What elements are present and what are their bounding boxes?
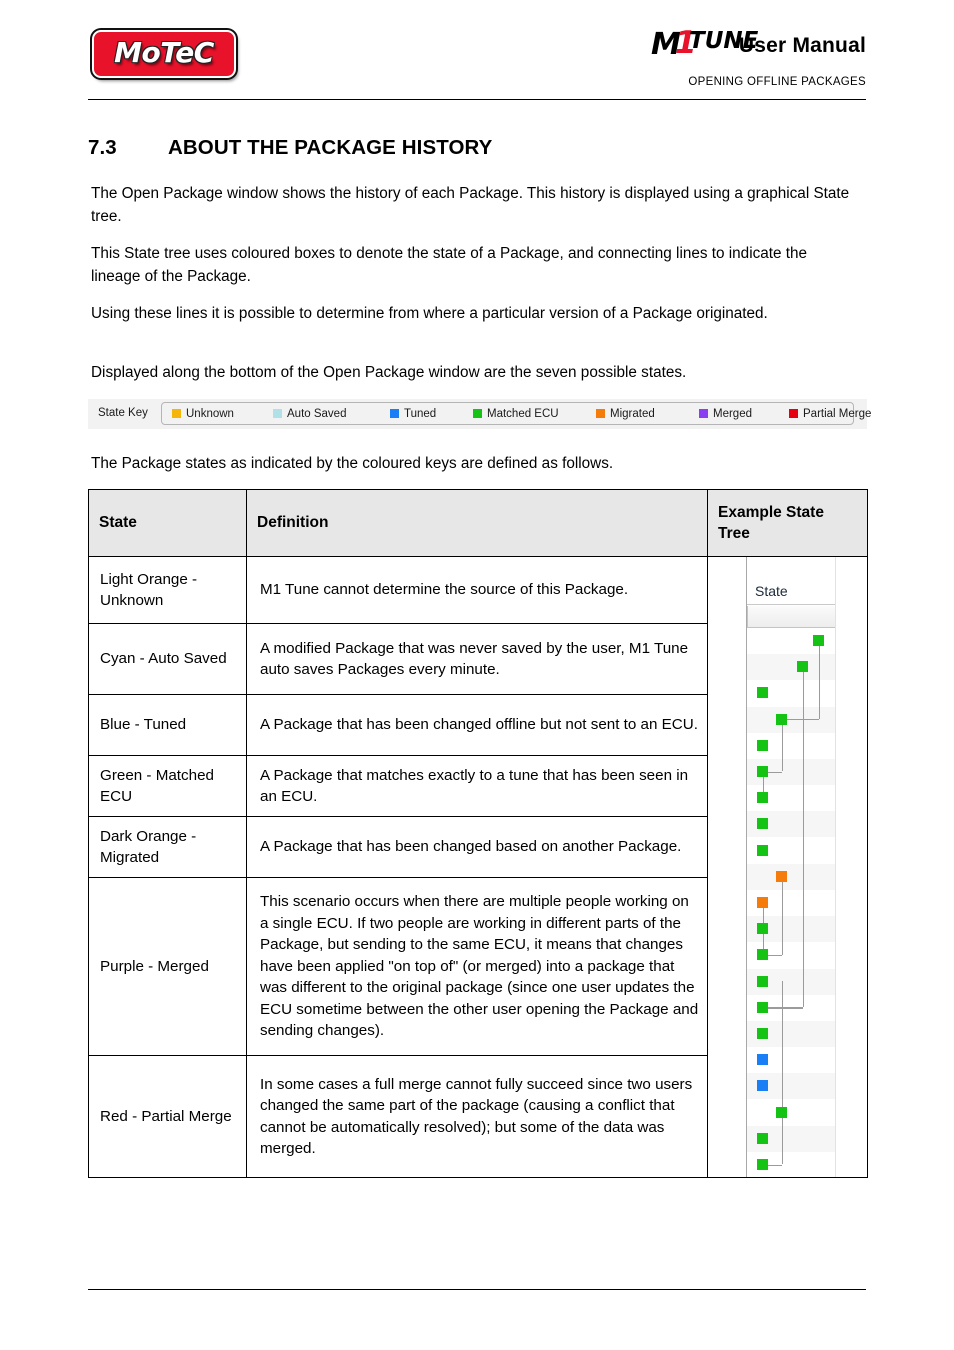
cell-state-definition: A Package that has been changed based on… bbox=[246, 816, 708, 878]
cell-state-definition: In some cases a full merge cannot fully … bbox=[246, 1055, 708, 1178]
document-page: MoTeC M 1 TUNE User Manual OPENING OFFLI… bbox=[0, 0, 954, 1350]
manual-title: User Manual bbox=[738, 34, 866, 57]
footer-divider bbox=[88, 1289, 866, 1290]
section-title: ABOUT THE PACKAGE HISTORY bbox=[168, 136, 493, 159]
cell-state-name: Green - Matched ECU bbox=[88, 755, 247, 817]
state-key-item-unknown: Unknown bbox=[172, 406, 234, 422]
paragraph-seven-states: Displayed along the bottom of the Open P… bbox=[91, 364, 687, 381]
state-key-swatch-icon bbox=[390, 409, 399, 418]
state-key-item-auto-saved: Auto Saved bbox=[273, 406, 346, 422]
state-tree-node[interactable] bbox=[776, 870, 787, 882]
state-tree-edge-vertical bbox=[802, 666, 804, 1008]
paragraph-lineage: Using these lines it is possible to dete… bbox=[91, 305, 768, 322]
state-tree-edge-vertical bbox=[781, 1112, 783, 1165]
state-key-item-matched-ecu: Matched ECU bbox=[473, 406, 559, 422]
cell-example-state-tree: State bbox=[707, 556, 868, 1178]
state-tree-node[interactable] bbox=[757, 1001, 768, 1013]
state-key-swatch-icon bbox=[789, 409, 798, 418]
state-tree-node[interactable] bbox=[757, 1028, 768, 1039]
state-tree-edge-vertical bbox=[781, 719, 783, 772]
header-divider bbox=[88, 99, 866, 100]
cell-state-definition: This scenario occurs when there are mult… bbox=[246, 877, 708, 1056]
state-key-bar: State Key Unknown Auto Saved Tuned Matched … bbox=[88, 399, 871, 429]
state-key-item-migrated: Migrated bbox=[596, 406, 655, 422]
state-key-legend: Unknown Auto Saved Tuned Matched ECU Migrate… bbox=[161, 402, 871, 425]
paragraph-coloured-boxes: This State tree uses coloured boxes to d… bbox=[91, 245, 808, 285]
cell-state-definition: A Package that has been changed offline … bbox=[246, 694, 708, 756]
state-key-swatch-icon bbox=[596, 409, 605, 418]
state-tree-node[interactable] bbox=[757, 949, 768, 961]
cell-state-definition: M1 Tune cannot determine the source of t… bbox=[246, 556, 708, 624]
state-tree-graph bbox=[747, 628, 835, 1177]
state-tree-edge-horizontal bbox=[781, 719, 819, 721]
state-key-item-label: Unknown bbox=[186, 408, 234, 420]
state-tree-node[interactable] bbox=[797, 661, 808, 673]
state-tree-node[interactable] bbox=[757, 923, 768, 935]
state-tree-node[interactable] bbox=[757, 1132, 768, 1144]
page-title: 7.3 ABOUT THE PACKAGE HISTORY bbox=[88, 135, 866, 161]
state-tree-node[interactable] bbox=[757, 897, 768, 908]
state-tree-node[interactable] bbox=[776, 713, 787, 725]
state-tree-node[interactable] bbox=[757, 1159, 768, 1170]
state-key-swatch-icon bbox=[699, 409, 708, 418]
state-tree-node[interactable] bbox=[757, 766, 768, 777]
table-body: Light Orange - Unknown M1 Tune cannot det… bbox=[88, 556, 868, 1178]
paragraph-intro: The Open Package window shows the histor… bbox=[91, 185, 850, 225]
state-key-swatch-icon bbox=[172, 409, 181, 418]
state-tree-node[interactable] bbox=[757, 792, 768, 804]
state-tree-node[interactable] bbox=[757, 739, 768, 751]
state-tree-rows bbox=[747, 628, 835, 1177]
state-key-item-label: Auto Saved bbox=[287, 408, 347, 420]
state-key-item-partial-merge: Partial Merge bbox=[789, 406, 871, 422]
section-number: 7.3 bbox=[88, 136, 117, 159]
state-tree-node[interactable] bbox=[813, 635, 824, 646]
column-header-definition: Definition bbox=[246, 489, 708, 557]
motec-logo-text: MoTeC bbox=[114, 36, 214, 69]
state-tree-edge-vertical bbox=[818, 640, 820, 720]
cell-state-name: Dark Orange - Migrated bbox=[88, 816, 247, 878]
state-tree-edge-vertical bbox=[781, 876, 783, 955]
cell-state-name: Cyan - Auto Saved bbox=[88, 623, 247, 695]
state-tree-node[interactable] bbox=[757, 1080, 768, 1092]
state-tree-column-header: State bbox=[747, 577, 835, 605]
cell-state-name: Blue - Tuned bbox=[88, 694, 247, 756]
state-tree-node[interactable] bbox=[757, 1054, 768, 1066]
running-head: OPENING OFFLINE PACKAGES bbox=[688, 76, 866, 88]
state-key-item-tuned: Tuned bbox=[390, 406, 436, 422]
cell-state-name: Light Orange - Unknown bbox=[88, 556, 247, 624]
state-key-label: State Key bbox=[98, 407, 148, 419]
column-header-state: State bbox=[88, 489, 247, 557]
table-row: Light Orange - Unknown M1 Tune cannot det… bbox=[88, 556, 868, 1178]
state-key-swatch-icon bbox=[273, 409, 282, 418]
state-tree-node[interactable] bbox=[757, 975, 768, 987]
package-states-table: State Definition Example State Tree Ligh… bbox=[88, 489, 868, 1178]
state-key-swatch-icon bbox=[473, 409, 482, 418]
state-tree-header-strip bbox=[747, 606, 835, 628]
state-key-item-label: Migrated bbox=[610, 408, 655, 420]
cell-state-name: Red - Partial Merge bbox=[88, 1055, 247, 1178]
cell-state-name: Purple - Merged bbox=[88, 877, 247, 1056]
page-header: MoTeC M 1 TUNE User Manual OPENING OFFLI… bbox=[88, 24, 866, 96]
table-header-row: State Definition Example State Tree bbox=[88, 489, 868, 557]
state-key-item-label: Merged bbox=[713, 408, 752, 420]
state-tree-node[interactable] bbox=[757, 844, 768, 856]
state-key-item-label: Partial Merge bbox=[803, 408, 872, 420]
cell-state-definition: A modified Package that was never saved … bbox=[246, 623, 708, 695]
state-tree-widget[interactable]: State bbox=[746, 557, 836, 1177]
paragraph-defined-as-follows: The Package states as indicated by the c… bbox=[91, 455, 614, 472]
motec-logo: MoTeC bbox=[92, 30, 236, 78]
state-key-item-label: Tuned bbox=[404, 408, 437, 420]
state-tree-node[interactable] bbox=[757, 818, 768, 830]
state-tree-node[interactable] bbox=[757, 687, 768, 699]
state-tree-node[interactable] bbox=[776, 1106, 787, 1118]
column-header-example-state-tree: Example State Tree bbox=[707, 489, 868, 557]
state-key-item-merged: Merged bbox=[699, 406, 752, 422]
cell-state-definition: A Package that matches exactly to a tune… bbox=[246, 755, 708, 817]
state-key-item-label: Matched ECU bbox=[487, 408, 559, 420]
